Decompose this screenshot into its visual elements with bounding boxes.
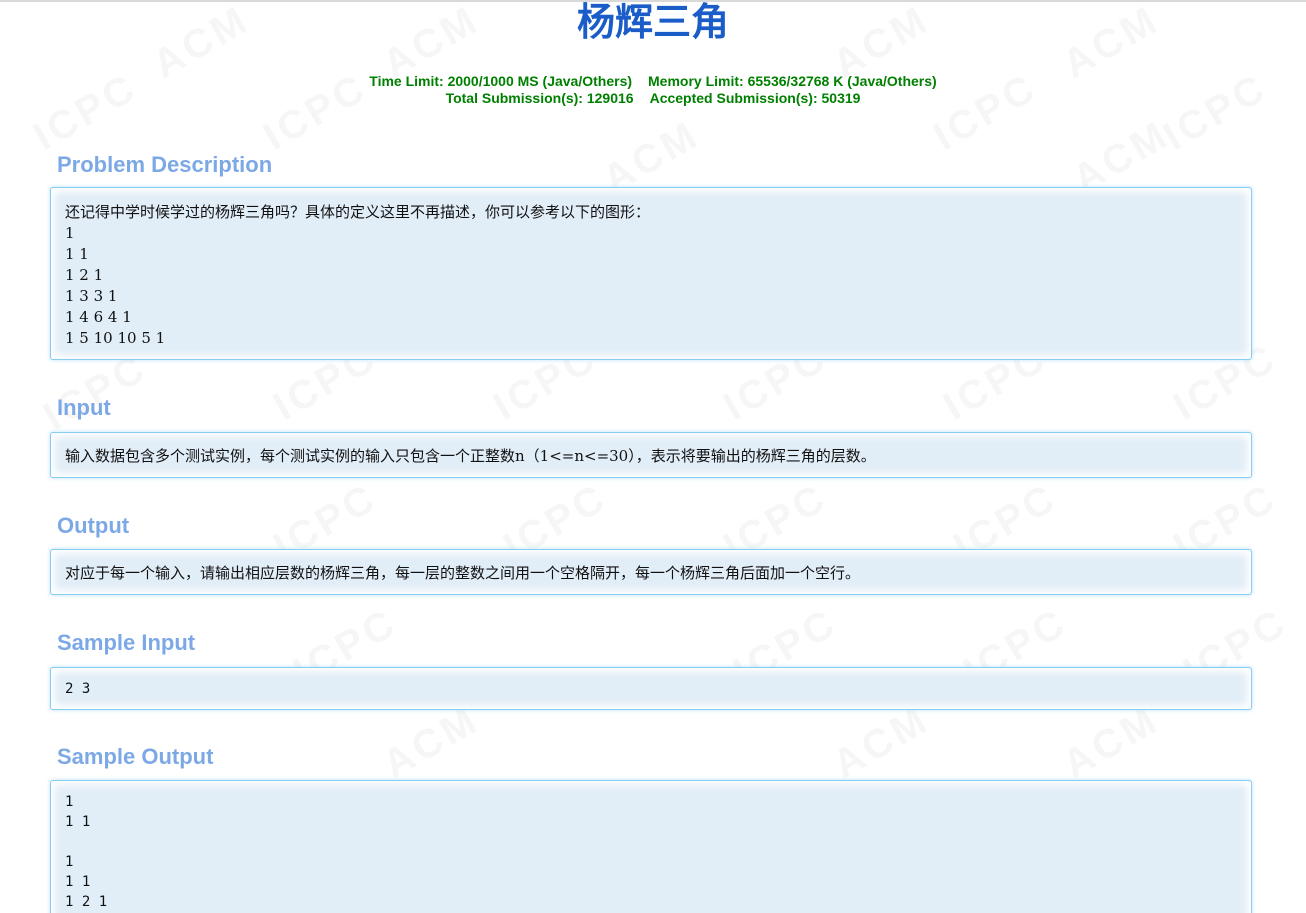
triangle-row: 1: [65, 224, 75, 242]
problem-description-panel: 还记得中学时候学过的杨辉三角吗？具体的定义这里不再描述，你可以参考以下的图形： …: [50, 187, 1252, 360]
triangle-row: 1 1: [65, 245, 89, 263]
page-title: 杨辉三角: [576, 0, 729, 44]
input-description: 输入数据包含多个测试实例，每个测试实例的输入只包含一个正整数n（1<=n<=30…: [65, 447, 876, 465]
memory-limit: Memory Limit: 65536/32768 K (Java/Others…: [648, 73, 937, 89]
triangle-row: 1 2 1: [65, 266, 104, 284]
problem-limits: Time Limit: 2000/1000 MS (Java/Others) Me…: [0, 73, 1306, 107]
sample-output-line: 1: [65, 854, 74, 870]
sample-output-line: 1 1: [65, 814, 91, 830]
problem-description-heading: Problem Description: [57, 152, 273, 177]
output-description: 对应于每一个输入，请输出相应层数的杨辉三角，每一层的整数之间用一个空格隔开，每一…: [65, 564, 861, 582]
input-panel: 输入数据包含多个测试实例，每个测试实例的输入只包含一个正整数n（1<=n<=30…: [50, 432, 1252, 478]
watermark-text: ACM: [1055, 697, 1167, 787]
triangle-row: 1 3 3 1: [65, 287, 118, 305]
triangle-row: 1 4 6 4 1: [65, 308, 132, 326]
sample-output-heading: Sample Output: [57, 744, 214, 769]
watermark-text: ACM: [375, 697, 487, 787]
output-panel: 对应于每一个输入，请输出相应层数的杨辉三角，每一层的整数之间用一个空格隔开，每一…: [50, 549, 1252, 595]
input-heading: Input: [57, 395, 111, 420]
output-heading: Output: [57, 513, 130, 538]
triangle-row: 1 5 10 10 5 1: [65, 329, 166, 347]
limits-row-2: Total Submission(s): 129016 Accepted Subm…: [0, 90, 1306, 107]
total-submissions: Total Submission(s): 129016: [445, 90, 634, 106]
sample-output-line: 1: [65, 794, 74, 810]
sample-output-panel: 1 1 1 1 1 1 1 2 1: [50, 780, 1252, 913]
sample-input-panel: 2 3: [50, 667, 1252, 710]
sample-input-text: 2 3: [65, 681, 91, 697]
description-line: 还记得中学时候学过的杨辉三角吗？具体的定义这里不再描述，你可以参考以下的图形：: [65, 203, 651, 221]
watermark-text: ACM: [825, 697, 937, 787]
limits-row-1: Time Limit: 2000/1000 MS (Java/Others) Me…: [0, 73, 1306, 90]
sample-input-heading: Sample Input: [57, 630, 196, 655]
time-limit: Time Limit: 2000/1000 MS (Java/Others): [369, 73, 633, 89]
sample-output-line: 1 1: [65, 874, 91, 890]
sample-output-line: 1 2 1: [65, 894, 108, 910]
accepted-submissions: Accepted Submission(s): 50319: [649, 90, 861, 106]
